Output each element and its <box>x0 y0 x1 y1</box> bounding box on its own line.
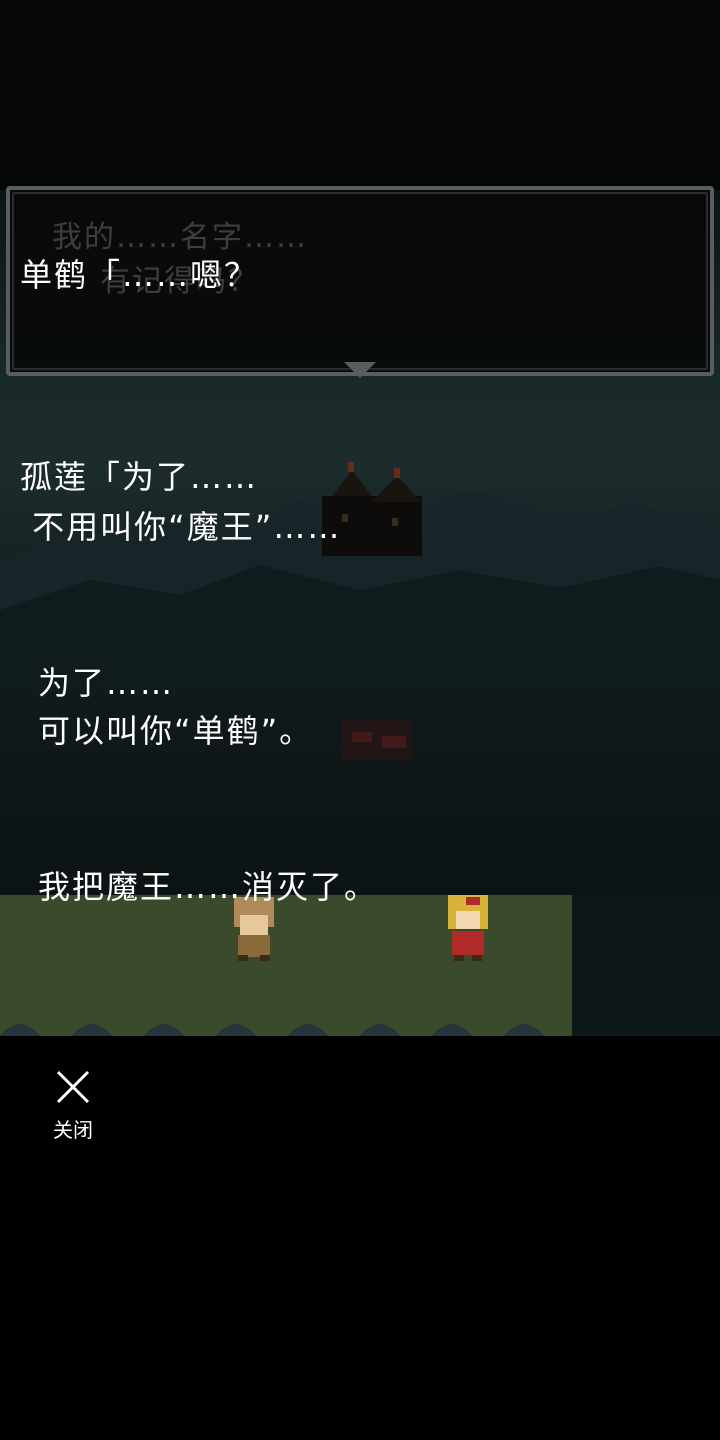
heroine-sprite <box>448 895 488 961</box>
log-line: 孤莲「为了…… <box>20 458 259 496</box>
log-line: 不用叫你“魔王”…… <box>20 508 342 546</box>
red-sprite <box>342 720 412 760</box>
wave-pattern <box>0 1024 544 1036</box>
close-label: 关闭 <box>53 1118 93 1142</box>
night-sky <box>0 0 720 190</box>
log-line: 可以叫你“单鹤”。 <box>38 712 314 750</box>
log-line: 为了…… <box>38 664 175 702</box>
current-dialog-line: 单鹤「……嗯？ <box>20 256 259 294</box>
water-area <box>572 895 720 1036</box>
game-screen[interactable]: 我的……名字…… 有记得吗？ 单鹤「……嗯？ 孤莲「为了…… 不用叫你“魔王”…… <box>0 0 720 1440</box>
advance-arrow-icon[interactable] <box>344 362 376 378</box>
close-icon <box>56 1070 90 1104</box>
log-line: 我把魔王……消灭了。 <box>38 868 379 906</box>
close-button[interactable]: 关闭 <box>40 1062 106 1146</box>
